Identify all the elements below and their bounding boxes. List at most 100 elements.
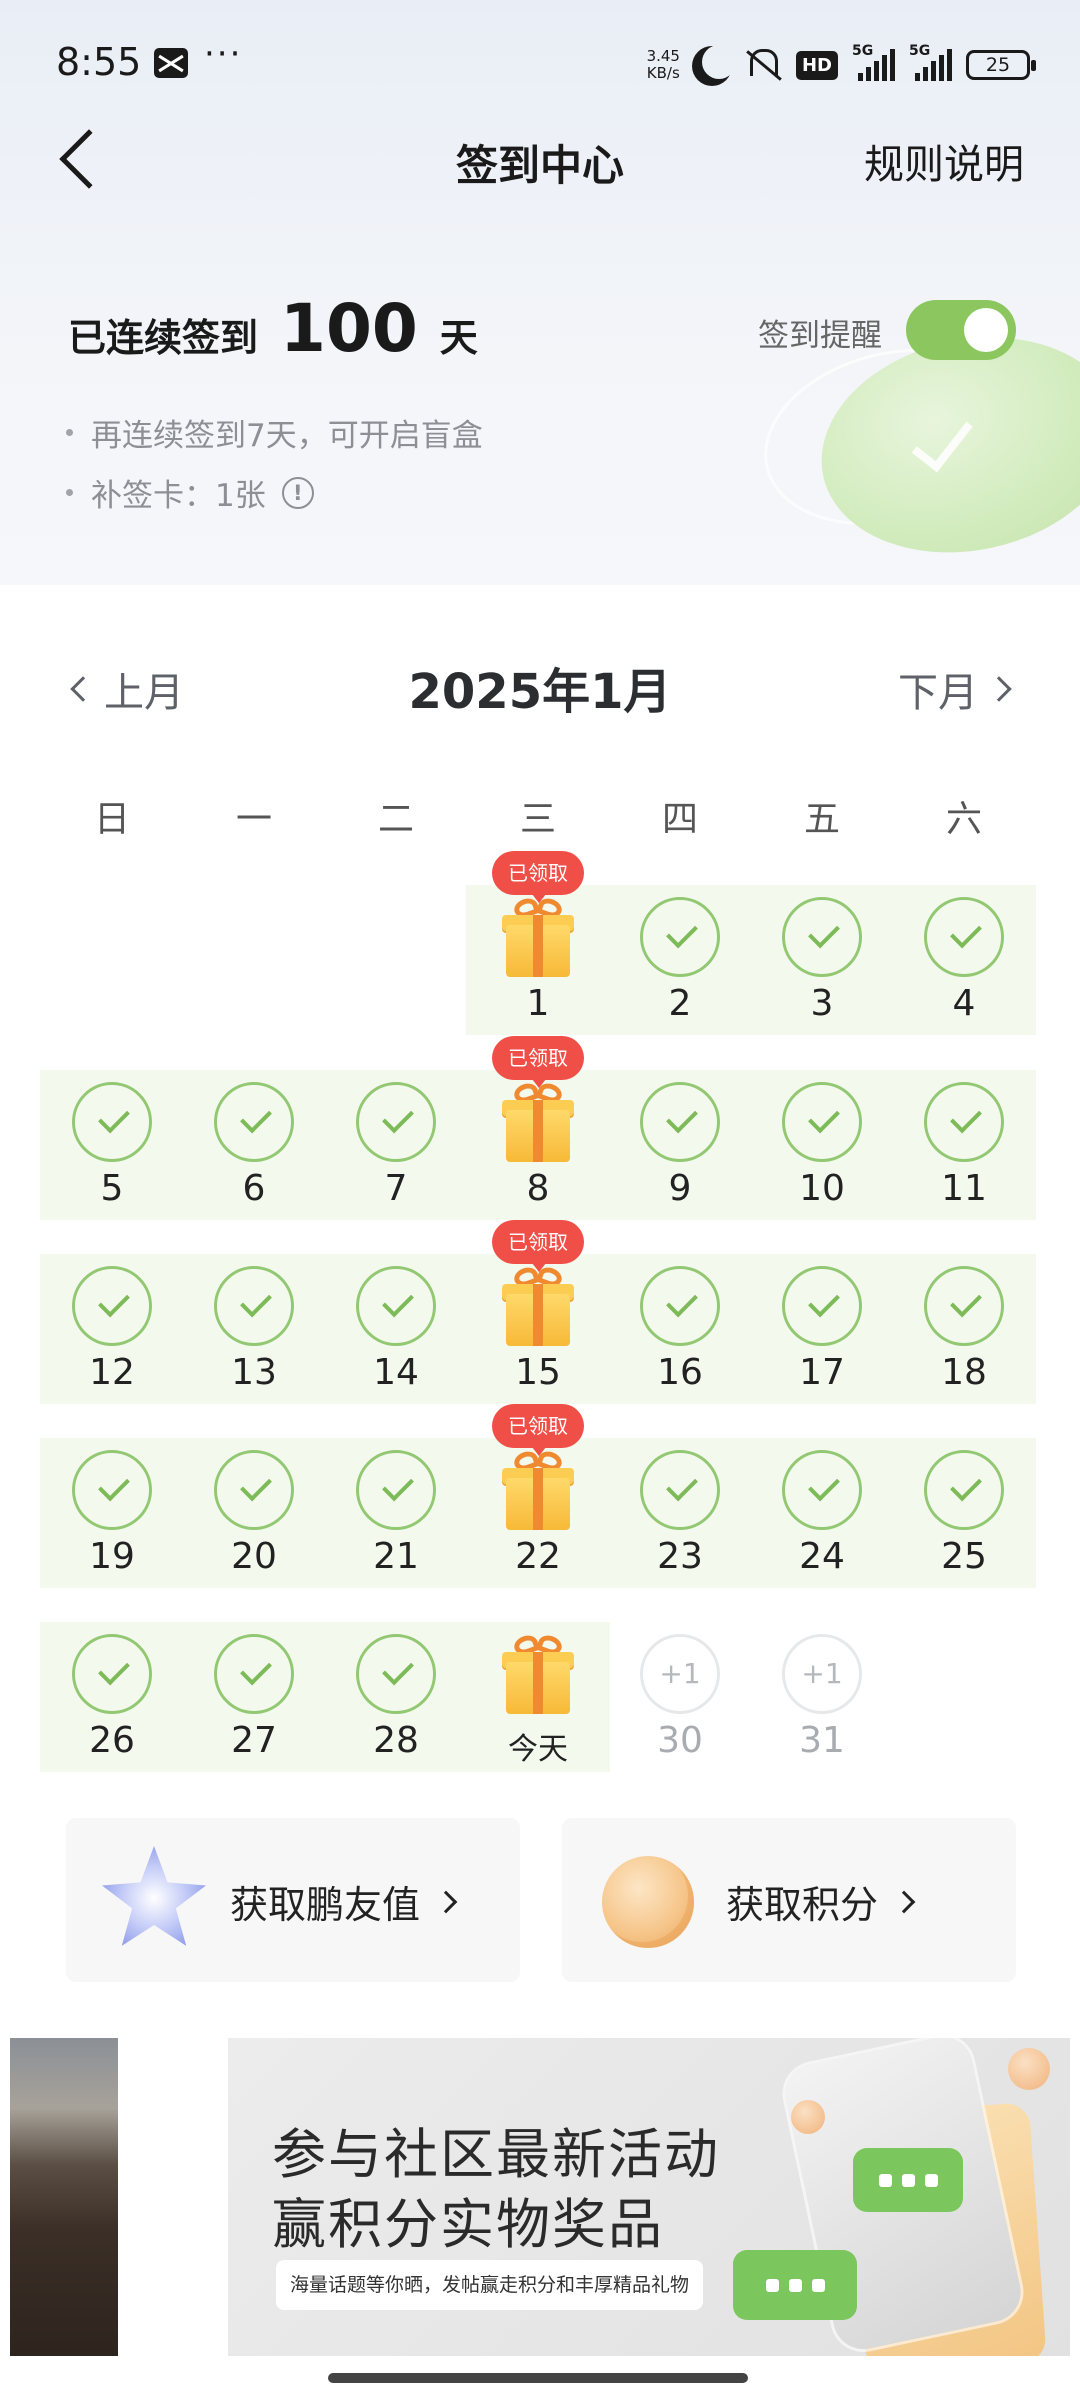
status-time: 8:55 [56,40,142,84]
blind-box-hint: 再连续签到7天，可开启盲盒 [66,410,483,455]
check-circle-icon [782,1082,862,1162]
bonus-circle: +1 [640,1634,720,1714]
day-number: 19 [89,1536,135,1577]
day-number: 24 [799,1536,845,1577]
calendar-day-signed[interactable]: 21 [326,1438,466,1588]
gift-icon [502,1080,574,1162]
calendar-day-signed[interactable]: 26 [42,1622,182,1772]
calendar-day-gift[interactable]: 已领取 8 [468,1036,608,1220]
calendar-day-signed[interactable]: 7 [326,1070,466,1220]
calendar-day-future[interactable]: +1 30 [610,1622,750,1772]
gift-icon [502,1632,574,1714]
check-circle-icon [640,1082,720,1162]
calendar-day-signed[interactable]: 6 [184,1070,324,1220]
reminder-toggle[interactable] [906,300,1016,360]
calendar-day-signed[interactable]: 2 [610,885,750,1035]
get-friend-value-card[interactable]: 获取鹏友值 [66,1818,520,1982]
network-speed: 3.45 KB/s [646,47,680,82]
check-circle-icon [640,1450,720,1530]
calendar-day-signed[interactable]: 27 [184,1622,324,1772]
weekday-sat: 六 [945,799,982,840]
banner-subtitle: 海量话题等你晒，发帖赢走积分和丰厚精品礼物 [276,2260,704,2310]
calendar-day-today[interactable]: 今天 [468,1622,608,1772]
day-number: 9 [668,1168,692,1209]
coin-icon [602,1856,694,1948]
calendar-day-signed[interactable]: 3 [752,885,892,1035]
check-circle-icon [640,1266,720,1346]
calendar-day-signed[interactable]: 28 [326,1622,466,1772]
weekday-wed: 三 [519,799,556,840]
weekday-mon: 一 [235,799,272,840]
day-number: 11 [941,1168,987,1209]
day-number: 14 [373,1352,419,1393]
gift-icon [502,895,574,977]
calendar-day-signed[interactable]: 9 [610,1070,750,1220]
bonus-circle: +1 [782,1634,862,1714]
calendar-day-signed[interactable]: 19 [42,1438,182,1588]
banner-headline-2: 赢积分实物奖品 [272,2193,664,2256]
home-indicator[interactable] [328,2373,748,2383]
calendar-day-signed[interactable]: 4 [894,885,1034,1035]
day-number: 31 [799,1720,845,1761]
battery-icon: 25 [966,50,1036,80]
more-notifications-icon: ··· [204,34,243,74]
calendar-day-signed[interactable]: 13 [184,1254,324,1404]
hd-badge: HD [795,50,838,80]
calendar-day-signed[interactable]: 5 [42,1070,182,1220]
check-circle-icon [214,1450,294,1530]
weekday-sun: 日 [93,799,130,840]
day-number: 26 [89,1720,135,1761]
calendar-day-signed[interactable]: 14 [326,1254,466,1404]
day-number: 15 [515,1352,561,1393]
check-circle-icon [924,1450,1004,1530]
check-circle-icon [72,1634,152,1714]
calendar-day-signed[interactable]: 24 [752,1438,892,1588]
check-circle-icon [782,897,862,977]
calendar-day-signed[interactable]: 17 [752,1254,892,1404]
calendar-day-signed[interactable]: 20 [184,1438,324,1588]
rules-link[interactable]: 规则说明 [864,132,1024,190]
chat-bubble-icon [733,2250,857,2320]
check-circle-icon [356,1450,436,1530]
gift-icon [502,1264,574,1346]
day-number: 20 [231,1536,277,1577]
gift-icon [502,1448,574,1530]
signal-icon: 5G [852,43,895,81]
next-month-button[interactable]: 下月 [898,660,1012,718]
claimed-badge: 已领取 [492,851,584,903]
day-number: 30 [657,1720,703,1761]
info-icon[interactable]: ! [281,476,314,509]
calendar-day-signed[interactable]: 12 [42,1254,182,1404]
activity-banner[interactable]: 参与社区最新活动 赢积分实物奖品 海量话题等你晒，发帖赢走积分和丰厚精品礼物 [228,2038,1070,2356]
chevron-right-icon [986,676,1012,702]
weekday-thu: 四 [661,799,698,840]
calendar-day-signed[interactable]: 10 [752,1070,892,1220]
check-circle-icon [356,1266,436,1346]
weekday-tue: 二 [377,799,414,840]
day-number: 18 [941,1352,987,1393]
chevron-right-icon [434,1890,458,1913]
calendar-day-signed[interactable]: 18 [894,1254,1034,1404]
day-number: 28 [373,1720,419,1761]
calendar-day-signed[interactable]: 16 [610,1254,750,1404]
calendar-day-signed[interactable]: 23 [610,1438,750,1588]
check-circle-icon [72,1266,152,1346]
calendar-day-gift[interactable]: 已领取 15 [468,1220,608,1404]
day-number: 13 [231,1352,277,1393]
calendar-day-signed[interactable]: 11 [894,1070,1034,1220]
calendar-day-future[interactable]: +1 31 [752,1622,892,1772]
calendar-day-gift[interactable]: 已领取 1 [468,851,608,1035]
get-points-card[interactable]: 获取积分 [562,1818,1016,1982]
streak-days: 100 [280,290,418,367]
claimed-badge: 已领取 [492,1404,584,1456]
landscape-thumbnail[interactable] [10,2038,118,2356]
calendar-day-signed[interactable]: 25 [894,1438,1034,1588]
check-circle-icon [924,1266,1004,1346]
banner-headline-1: 参与社区最新活动 [272,2123,720,2186]
calendar-day-gift[interactable]: 已领取 22 [468,1404,608,1588]
reminder-label: 签到提醒 [758,318,882,354]
message-icon [154,48,188,78]
check-circle-icon [924,1082,1004,1162]
chevron-right-icon [892,1890,916,1913]
day-number: 16 [657,1352,703,1393]
